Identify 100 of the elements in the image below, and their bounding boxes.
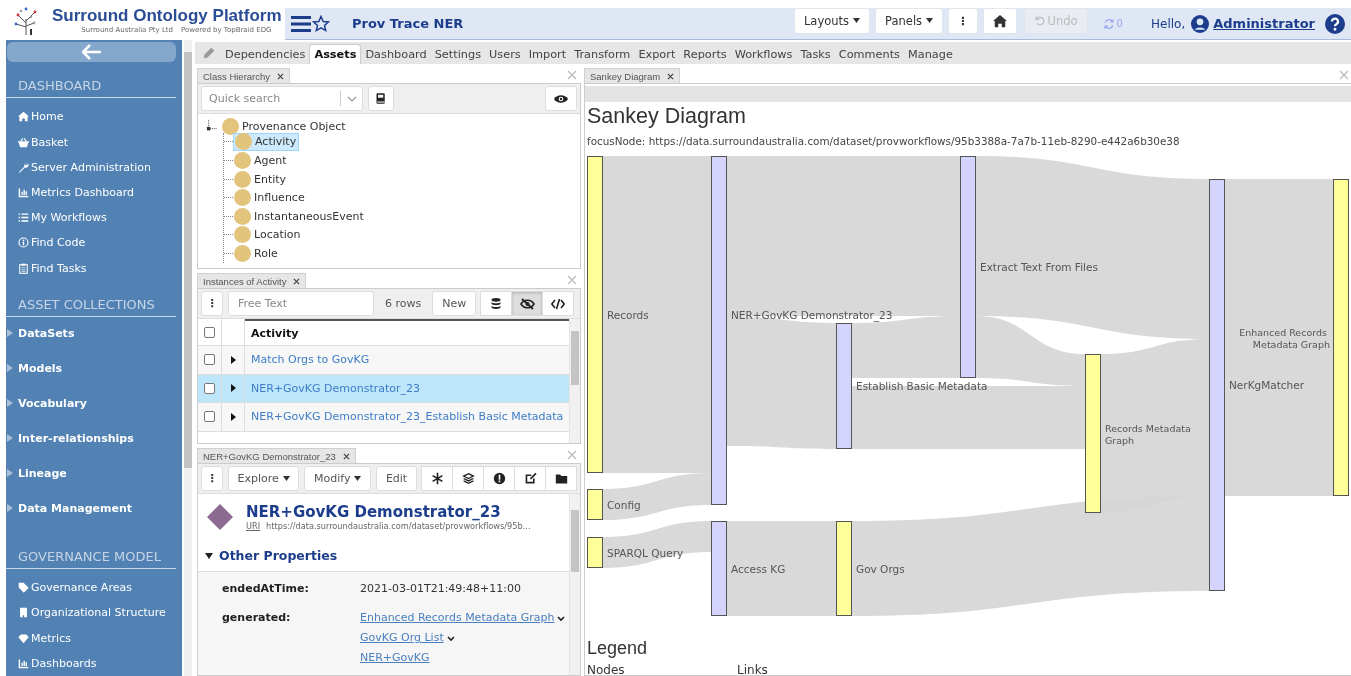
sidebar-link[interactable]: Metrics Dashboard	[6, 179, 176, 206]
panel-tab[interactable]: Sankey Diagram	[584, 68, 681, 83]
layers-button[interactable]	[452, 466, 484, 491]
sidebar-group-link[interactable]: DataSets	[18, 326, 75, 340]
favorite-button[interactable]	[312, 14, 330, 33]
sankey-node[interactable]	[711, 156, 727, 505]
help-button[interactable]	[1325, 13, 1345, 34]
book-button[interactable]	[368, 86, 394, 111]
tag-icon	[18, 582, 29, 594]
sankey-node[interactable]	[1085, 354, 1101, 513]
tab[interactable]: Dependencies	[221, 44, 310, 64]
checkbox[interactable]	[204, 382, 215, 394]
value-link[interactable]: Enhanced Records Metadata Graph	[360, 611, 555, 624]
dropdown-button[interactable]: Layouts	[793, 7, 871, 34]
uri-label: URI	[246, 521, 261, 531]
sidebar-link[interactable]: Find Tasks	[6, 255, 176, 281]
sidebar-group-link[interactable]: Lineage	[18, 466, 67, 480]
tab[interactable]: Transform	[570, 44, 635, 64]
tree-item[interactable]: InstantaneousEvent	[233, 207, 366, 226]
tree-item[interactable]: Entity	[233, 170, 289, 189]
node-label: Records	[607, 308, 649, 321]
table-row[interactable]: Match Orgs to GovKG	[198, 346, 569, 375]
basket-icon	[18, 136, 29, 148]
sidebar-group-link[interactable]: Data Management	[18, 501, 133, 515]
sankey-node[interactable]	[587, 156, 603, 473]
tab[interactable]: Manage	[904, 44, 957, 64]
more-button[interactable]: ⋮	[201, 466, 223, 491]
search-field[interactable]: Quick search	[201, 86, 363, 111]
tab[interactable]: Comments	[834, 44, 904, 64]
class-circle-icon	[235, 133, 252, 151]
tab[interactable]: Dashboard	[361, 44, 431, 64]
folder-button[interactable]	[545, 466, 577, 491]
sidebar-group-link[interactable]: Models	[18, 361, 63, 375]
tree-item[interactable]: Activity	[233, 132, 300, 151]
tree-item[interactable]: Influence	[233, 188, 307, 207]
user-link[interactable]: Administrator	[1213, 16, 1315, 31]
tab[interactable]: Export	[634, 44, 680, 64]
asterisk-button[interactable]	[421, 466, 453, 491]
tab[interactable]: Users	[485, 44, 525, 64]
sidebar-link[interactable]: Dashboards	[6, 650, 176, 676]
tab[interactable]: Settings	[430, 44, 486, 64]
checkbox[interactable]	[204, 354, 215, 366]
instance-link[interactable]: Match Orgs to GovKG	[251, 353, 370, 367]
more-button[interactable]: ⋮	[201, 291, 223, 316]
tree-item[interactable]: Location	[233, 225, 303, 244]
sidebar-link[interactable]: Metrics	[6, 625, 176, 651]
database-button[interactable]	[480, 291, 513, 316]
sidebar-group-link[interactable]: Inter-relationships	[18, 431, 134, 445]
sankey-node[interactable]	[836, 323, 852, 449]
checkbox[interactable]	[204, 411, 215, 423]
table-row[interactable]: NER+GovKG Demonstrator_23_Establish Basic Metadata	[198, 403, 569, 432]
sankey-node[interactable]	[836, 521, 852, 616]
visibility-button[interactable]	[545, 86, 577, 111]
panel-tab[interactable]: Class Hierarchy	[197, 68, 291, 83]
sidebar-link[interactable]: Find Code	[6, 230, 176, 256]
caret-icon	[282, 476, 290, 481]
panel-tab[interactable]: NER+GovKG Demonstrator_23	[197, 448, 356, 463]
tab[interactable]: Reports	[679, 44, 731, 64]
search-field[interactable]: Free Text	[228, 291, 374, 316]
dropdown-button[interactable]: Explore	[228, 466, 300, 491]
value-link[interactable]: GovKG Org List	[360, 631, 444, 644]
edit-note-button[interactable]	[514, 466, 546, 491]
tab[interactable]: Workflows	[730, 44, 797, 64]
sankey-node[interactable]	[587, 489, 603, 520]
tab[interactable]: Assets	[309, 44, 362, 64]
sidebar-link[interactable]: Server Administration	[6, 154, 176, 180]
sankey-node[interactable]	[1333, 179, 1349, 496]
sidebar-link[interactable]: Basket	[6, 129, 176, 155]
dropdown-button[interactable]: Modify	[304, 466, 372, 491]
new-button[interactable]: New	[432, 291, 477, 316]
legend-title: Legend	[587, 638, 649, 659]
sankey-node[interactable]	[960, 156, 976, 378]
sidebar-group-link[interactable]: Vocabulary	[18, 396, 87, 410]
back-button[interactable]	[7, 42, 176, 63]
tab[interactable]: Import	[524, 44, 571, 64]
sidebar-link[interactable]: Governance Areas	[6, 575, 176, 601]
value-link[interactable]: NER+GovKG	[360, 651, 430, 664]
more-button[interactable]: ⋮	[948, 7, 978, 34]
instance-link[interactable]: NER+GovKG Demonstrator_23_Establish Basic Metadata	[251, 410, 564, 424]
menu-button[interactable]	[291, 14, 311, 33]
dropdown-button[interactable]: Panels	[875, 7, 944, 34]
hide-toggle-button[interactable]	[511, 291, 544, 316]
sankey-node[interactable]	[711, 521, 727, 616]
tab[interactable]: Tasks	[796, 44, 835, 64]
checkbox[interactable]	[204, 326, 215, 338]
code-button[interactable]	[542, 291, 575, 316]
info-button[interactable]	[483, 466, 515, 491]
sankey-node[interactable]	[587, 537, 603, 568]
tree-item[interactable]: Role	[233, 244, 280, 263]
panel-tab[interactable]: Instances of Activity	[197, 273, 307, 288]
home-icon	[992, 13, 1007, 28]
logo-title: Surround Ontology Platform	[52, 6, 282, 26]
tree-item[interactable]: Agent	[233, 151, 289, 170]
edit-button[interactable]: Edit	[376, 466, 417, 491]
sankey-node[interactable]	[1209, 179, 1225, 591]
sidebar-link[interactable]: My Workflows	[6, 205, 176, 231]
home-button[interactable]	[982, 7, 1017, 34]
close-icon	[567, 275, 577, 285]
sidebar-link[interactable]: Home	[6, 104, 176, 130]
sidebar-link[interactable]: Organizational Structure	[6, 600, 176, 626]
